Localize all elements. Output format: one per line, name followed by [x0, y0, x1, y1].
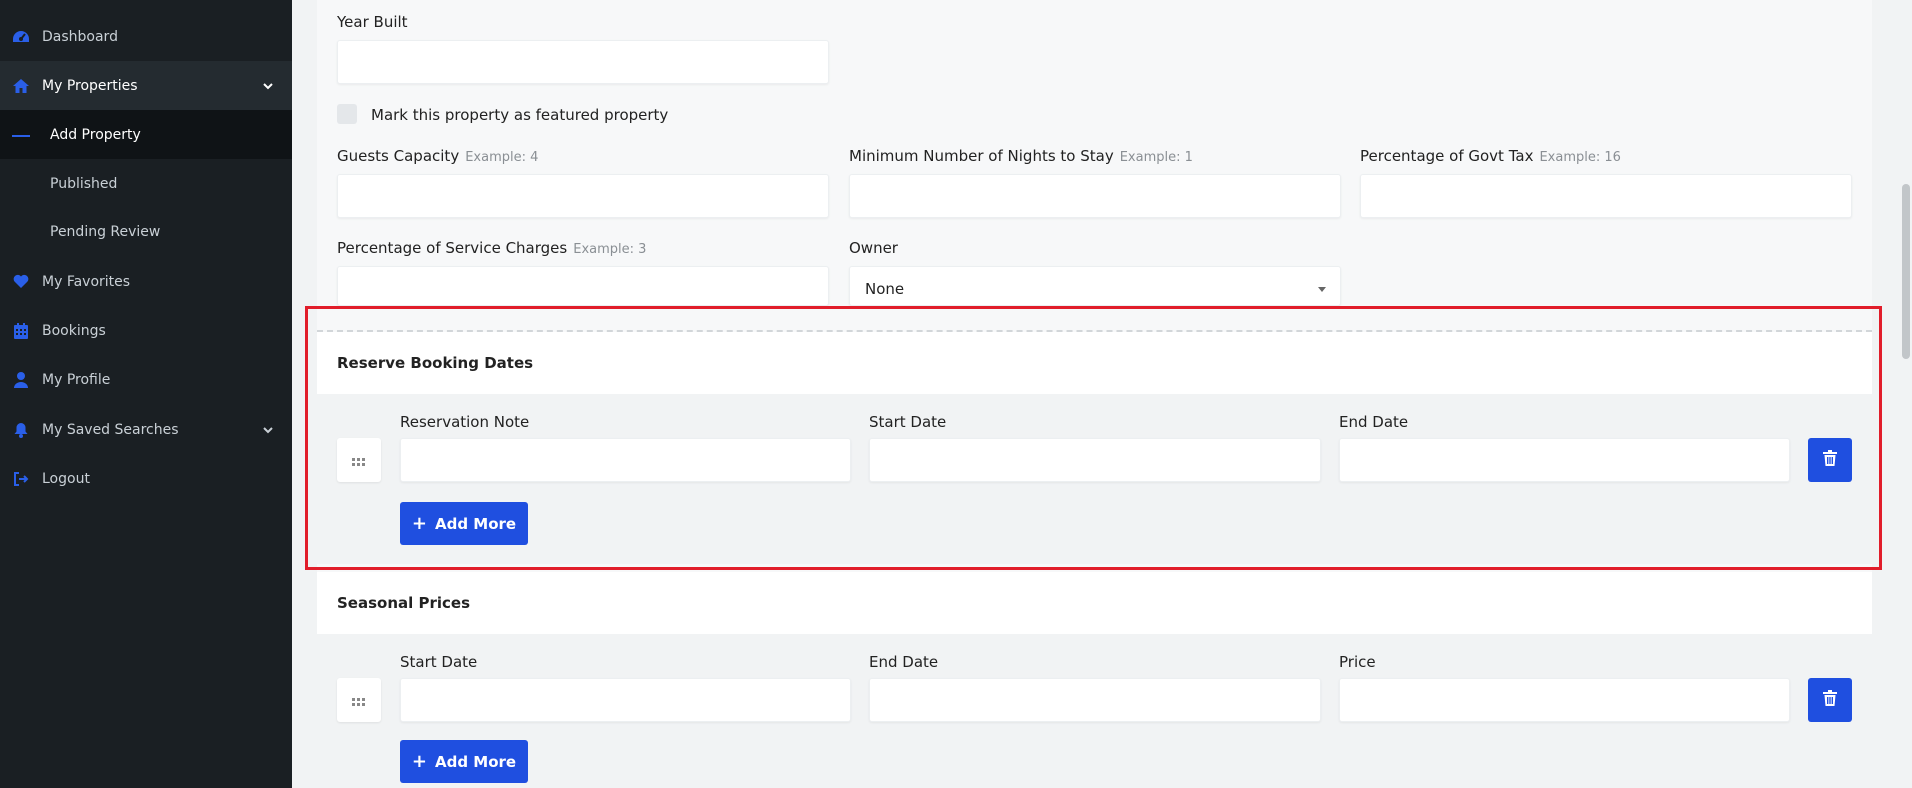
sidebar-subitem-add-property[interactable]: Add Property	[0, 110, 292, 159]
sidebar-subitem-published[interactable]: Published	[0, 159, 292, 208]
year-built-input[interactable]	[337, 40, 829, 84]
reserve-booking-header: Reserve Booking Dates	[317, 332, 1872, 394]
main-content: Year Built Mark this property as feature…	[292, 0, 1912, 788]
calendar-icon	[12, 322, 30, 340]
add-more-label: Add More	[434, 514, 517, 533]
plus-icon: +	[411, 751, 427, 772]
sidebar-item-label: My Profile	[42, 371, 111, 388]
caret-down-icon	[1318, 287, 1326, 292]
chevron-down-icon	[262, 424, 274, 436]
home-icon	[12, 77, 30, 95]
sidebar-subitem-label: Add Property	[50, 126, 141, 143]
drag-icon	[352, 691, 366, 710]
trash-icon	[1823, 450, 1837, 470]
sidebar-item-label: Logout	[42, 470, 90, 487]
service-charges-label: Percentage of Service Charges Example: 3	[337, 239, 647, 257]
heart-icon	[12, 273, 30, 291]
trash-icon	[1823, 690, 1837, 710]
featured-checkbox[interactable]	[337, 104, 357, 124]
reserve-end-date-label: End Date	[1339, 413, 1409, 431]
chevron-down-icon	[262, 80, 274, 92]
dashboard-icon	[12, 28, 30, 46]
guests-capacity-label: Guests Capacity Example: 4	[337, 147, 539, 165]
owner-select-value: None	[865, 280, 905, 298]
sidebar-item-my-saved-searches[interactable]: My Saved Searches	[0, 405, 292, 454]
seasonal-start-date-input[interactable]	[400, 678, 851, 722]
seasonal-price-input[interactable]	[1339, 678, 1790, 722]
govt-tax-label: Percentage of Govt Tax Example: 16	[1360, 147, 1621, 165]
reserve-start-date-input[interactable]	[869, 438, 1321, 482]
seasonal-price-label: Price	[1339, 653, 1376, 671]
year-built-label: Year Built	[337, 13, 408, 31]
drag-handle[interactable]	[337, 678, 381, 722]
sidebar-item-my-properties[interactable]: My Properties	[0, 61, 292, 110]
drag-handle[interactable]	[337, 438, 381, 482]
add-more-label: Add More	[434, 752, 517, 771]
min-nights-label: Minimum Number of Nights to Stay Example:…	[849, 147, 1193, 165]
sidebar-item-dashboard[interactable]: Dashboard	[0, 12, 292, 61]
logout-icon	[12, 470, 30, 488]
govt-tax-input[interactable]	[1360, 174, 1852, 218]
reservation-note-input[interactable]	[400, 438, 851, 482]
service-charges-input[interactable]	[337, 266, 829, 306]
owner-label: Owner	[849, 239, 898, 257]
sidebar-item-label: My Favorites	[42, 273, 131, 290]
bell-icon	[12, 421, 30, 439]
sidebar-item-label: Bookings	[42, 322, 106, 339]
sidebar-subitem-label: Published	[50, 175, 118, 192]
seasonal-prices-header: Seasonal Prices	[317, 572, 1872, 634]
active-indicator	[12, 134, 30, 137]
seasonal-start-date-label: Start Date	[400, 653, 478, 671]
sidebar-item-label: My Properties	[42, 77, 138, 94]
plus-icon: +	[411, 513, 427, 534]
reserve-booking-title: Reserve Booking Dates	[337, 354, 534, 372]
user-icon	[12, 371, 30, 389]
reserve-end-date-input[interactable]	[1339, 438, 1790, 482]
featured-label: Mark this property as featured property	[371, 106, 669, 124]
sidebar-subitem-label: Pending Review	[50, 223, 161, 240]
sidebar-item-my-profile[interactable]: My Profile	[0, 355, 292, 404]
seasonal-add-more-button[interactable]: + Add More	[400, 740, 528, 783]
sidebar-item-label: Dashboard	[42, 28, 118, 45]
reserve-start-date-label: Start Date	[869, 413, 947, 431]
reservation-note-label: Reservation Note	[400, 413, 530, 431]
seasonal-prices-title: Seasonal Prices	[337, 594, 471, 612]
sidebar-subitem-pending-review[interactable]: Pending Review	[0, 207, 292, 256]
sidebar-item-bookings[interactable]: Bookings	[0, 306, 292, 355]
drag-icon	[352, 451, 366, 470]
sidebar-item-my-favorites[interactable]: My Favorites	[0, 257, 292, 306]
seasonal-end-date-input[interactable]	[869, 678, 1321, 722]
reserve-add-more-button[interactable]: + Add More	[400, 502, 528, 545]
sidebar-item-label: My Saved Searches	[42, 421, 179, 438]
seasonal-end-date-label: End Date	[869, 653, 939, 671]
sidebar-item-logout[interactable]: Logout	[0, 454, 292, 503]
min-nights-input[interactable]	[849, 174, 1341, 218]
sidebar: Dashboard My Properties Add Property Pub…	[0, 0, 292, 788]
delete-reservation-button[interactable]	[1808, 438, 1852, 482]
scrollbar-thumb[interactable]	[1902, 184, 1910, 359]
owner-select[interactable]: None	[849, 266, 1341, 306]
scrollbar[interactable]	[1898, 0, 1912, 788]
guests-capacity-input[interactable]	[337, 174, 829, 218]
delete-seasonal-price-button[interactable]	[1808, 678, 1852, 722]
